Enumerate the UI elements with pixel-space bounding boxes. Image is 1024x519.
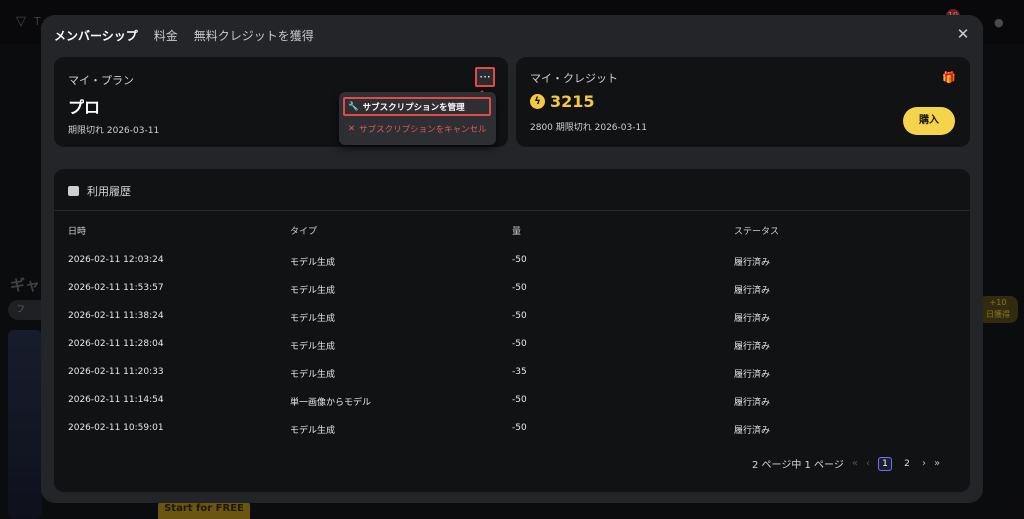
credit-expiry-note: 2800 期限切れ 2026-03-11 xyxy=(530,123,647,133)
column-header-type: タイプ xyxy=(290,227,318,237)
credit-label: マイ・クレジット xyxy=(530,72,618,85)
divider xyxy=(54,210,970,211)
page-1-button[interactable]: 1 xyxy=(878,456,892,471)
table-row: 2026-02-11 11:28:04 モデル生成 -50 履行済み xyxy=(54,331,970,359)
cell-type: 単一画像からモデル xyxy=(290,398,372,408)
cell-status: 履行済み xyxy=(734,426,771,436)
pagination: 2 ページ中 1 ページ « ‹ 1 2 › » xyxy=(752,456,940,471)
cell-type: モデル生成 xyxy=(290,426,336,436)
usage-history-title: 利用履歴 xyxy=(87,185,131,198)
cell-amount: -35 xyxy=(512,367,527,377)
plan-expiry: 期限切れ 2026-03-11 xyxy=(68,126,160,136)
calendar-icon xyxy=(68,186,79,196)
table-row: 2026-02-11 11:20:33 モデル生成 -35 履行済み xyxy=(54,359,970,387)
column-header-datetime: 日時 xyxy=(68,227,87,237)
table-row: 2026-02-11 12:03:24 モデル生成 -50 履行済み xyxy=(54,247,970,275)
subscription-menu: 🔧 サブスクリプションを管理 ✕ サブスクリプションをキャンセル xyxy=(339,92,496,145)
usage-history-header: 利用履歴 xyxy=(68,183,131,199)
cell-amount: -50 xyxy=(512,255,527,265)
tab-pricing[interactable]: 料金 xyxy=(154,27,178,44)
page-2-button[interactable]: 2 xyxy=(900,457,914,471)
cell-type: モデル生成 xyxy=(290,370,336,380)
cell-amount: -50 xyxy=(512,339,527,349)
cell-type: モデル生成 xyxy=(290,314,336,324)
lightning-icon: ϟ xyxy=(530,94,545,109)
cell-datetime: 2026-02-11 11:53:57 xyxy=(68,283,164,293)
wrench-icon: 🔧 xyxy=(348,101,359,112)
cell-amount: -50 xyxy=(512,311,527,321)
cell-status: 履行済み xyxy=(734,286,771,296)
cancel-subscription-item[interactable]: ✕ サブスクリプションをキャンセル xyxy=(348,123,487,135)
manage-subscription-item[interactable]: 🔧 サブスクリプションを管理 xyxy=(343,97,491,116)
cell-amount: -50 xyxy=(512,283,527,293)
cell-status: 履行済み xyxy=(734,258,771,268)
cell-type: モデル生成 xyxy=(290,286,336,296)
close-icon[interactable]: ✕ xyxy=(955,26,971,42)
tab-free-credits[interactable]: 無料クレジットを獲得 xyxy=(194,27,314,44)
gift-icon[interactable]: 🎁 xyxy=(942,71,956,84)
cell-amount: -50 xyxy=(512,395,527,405)
cell-datetime: 2026-02-11 10:59:01 xyxy=(68,423,164,433)
cancel-subscription-label: サブスクリプションをキャンセル xyxy=(359,125,487,135)
buy-button[interactable]: 購入 xyxy=(903,107,955,135)
first-page-icon[interactable]: « xyxy=(852,458,858,469)
cell-status: 履行済み xyxy=(734,342,771,352)
more-options-button[interactable]: ··· xyxy=(475,67,495,87)
last-page-icon[interactable]: » xyxy=(934,458,940,469)
cell-status: 履行済み xyxy=(734,398,771,408)
cell-datetime: 2026-02-11 11:38:24 xyxy=(68,311,164,321)
table-row: 2026-02-11 11:38:24 モデル生成 -50 履行済み xyxy=(54,303,970,331)
table-row: 2026-02-11 11:14:54 単一画像からモデル -50 履行済み xyxy=(54,387,970,415)
modal-tabs: メンバーシップ 料金 無料クレジットを獲得 xyxy=(54,27,314,44)
cell-status: 履行済み xyxy=(734,370,771,380)
cell-datetime: 2026-02-11 11:20:33 xyxy=(68,367,164,377)
column-header-amount: 量 xyxy=(512,227,522,237)
cell-datetime: 2026-02-11 12:03:24 xyxy=(68,255,164,265)
plan-label: マイ・プラン xyxy=(68,74,134,87)
table-row: 2026-02-11 10:59:01 モデル生成 -50 履行済み xyxy=(54,415,970,443)
table-row: 2026-02-11 11:53:57 モデル生成 -50 履行済み xyxy=(54,275,970,303)
cell-amount: -50 xyxy=(512,423,527,433)
manage-subscription-label: サブスクリプションを管理 xyxy=(362,102,465,113)
tab-membership[interactable]: メンバーシップ xyxy=(54,27,138,44)
prev-page-icon[interactable]: ‹ xyxy=(866,458,870,469)
cell-type: モデル生成 xyxy=(290,342,336,352)
column-header-status: ステータス xyxy=(734,227,780,237)
plan-name: プロ xyxy=(68,98,101,117)
cell-status: 履行済み xyxy=(734,314,771,324)
credit-card: マイ・クレジット ϟ 3215 2800 期限切れ 2026-03-11 🎁 購… xyxy=(516,57,970,147)
cell-datetime: 2026-02-11 11:28:04 xyxy=(68,339,164,349)
credit-amount: 3215 xyxy=(550,92,595,111)
pagination-summary: 2 ページ中 1 ページ xyxy=(752,460,844,471)
close-x-icon: ✕ xyxy=(348,124,356,134)
membership-modal: メンバーシップ 料金 無料クレジットを獲得 ✕ マイ・プラン プロ 期限切れ 2… xyxy=(41,15,983,503)
cell-datetime: 2026-02-11 11:14:54 xyxy=(68,395,164,405)
usage-history-card: 利用履歴 日時 タイプ 量 ステータス 2026-02-11 12:03:24 … xyxy=(54,169,970,492)
cell-type: モデル生成 xyxy=(290,258,336,268)
next-page-icon[interactable]: › xyxy=(922,458,926,469)
